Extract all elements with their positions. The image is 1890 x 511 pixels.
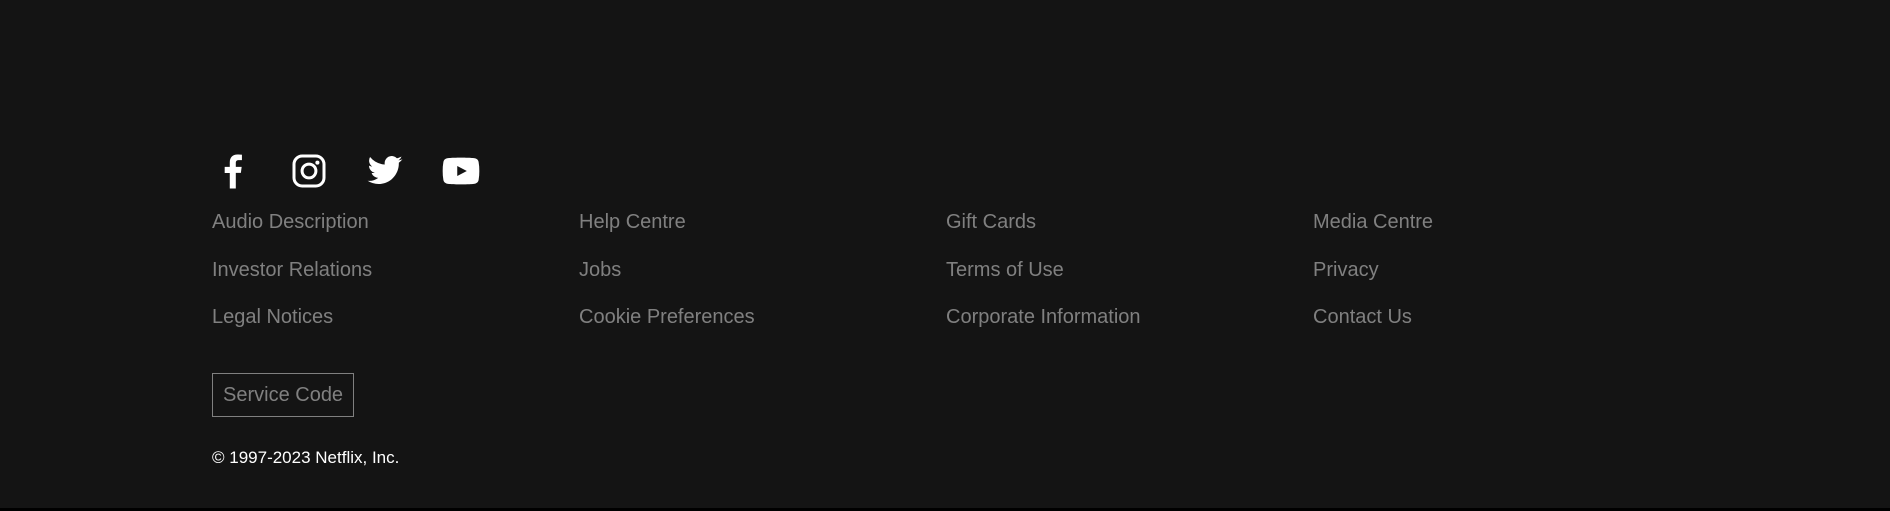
link-legal-notices[interactable]: Legal Notices [212,302,579,350]
link-terms-of-use[interactable]: Terms of Use [946,255,1313,303]
site-footer: Audio Description Help Centre Gift Cards… [0,0,1890,508]
link-jobs[interactable]: Jobs [579,255,946,303]
link-media-centre[interactable]: Media Centre [1313,207,1680,255]
link-gift-cards[interactable]: Gift Cards [946,207,1313,255]
social-links [212,150,516,192]
link-cookie-preferences[interactable]: Cookie Preferences [579,302,946,350]
instagram-icon [292,154,326,188]
link-corporate-information[interactable]: Corporate Information [946,302,1313,350]
instagram-link[interactable] [288,150,330,192]
link-privacy[interactable]: Privacy [1313,255,1680,303]
twitter-link[interactable] [364,150,406,192]
footer-links: Audio Description Help Centre Gift Cards… [212,207,1680,350]
service-code-button[interactable]: Service Code [212,373,355,417]
link-contact-us[interactable]: Contact Us [1313,302,1680,350]
facebook-link[interactable] [212,150,254,192]
copyright-text: © 1997-2023 Netflix, Inc. [212,448,400,467]
link-help-centre[interactable]: Help Centre [579,207,946,255]
youtube-link[interactable] [440,150,482,192]
link-audio-description[interactable]: Audio Description [212,207,579,255]
youtube-icon [442,157,480,185]
facebook-icon [224,154,242,189]
twitter-icon [367,156,403,184]
link-investor-relations[interactable]: Investor Relations [212,255,579,303]
